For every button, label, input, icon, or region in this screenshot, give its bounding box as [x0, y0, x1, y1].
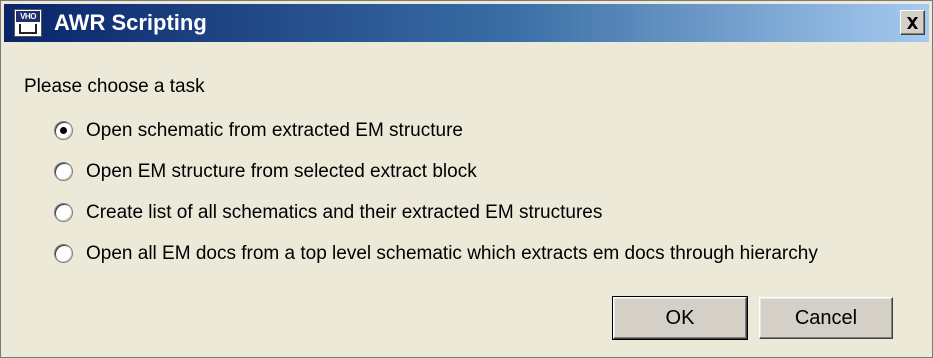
task-option-label: Create list of all schematics and their …	[86, 201, 603, 223]
task-prompt: Please choose a task	[24, 76, 205, 97]
task-option-label: Open EM structure from selected extract …	[86, 160, 477, 182]
task-options: Open schematic from extracted EM structu…	[54, 110, 818, 274]
radio-button-selected[interactable]	[54, 121, 73, 140]
radio-button[interactable]	[54, 162, 73, 181]
close-button[interactable]	[900, 10, 925, 35]
task-option-label: Open all EM docs from a top level schema…	[86, 242, 818, 264]
dialog-window: VHO AWR Scripting Please choose a task O…	[0, 0, 933, 358]
app-icon[interactable]: VHO	[14, 9, 42, 37]
task-option-create-list[interactable]: Create list of all schematics and their …	[54, 192, 818, 233]
radio-button[interactable]	[54, 203, 73, 222]
app-icon-graphic	[19, 24, 37, 34]
close-icon	[907, 16, 918, 29]
dialog-content: Please choose a task Open schematic from…	[4, 42, 929, 354]
task-option-label: Open schematic from extracted EM structu…	[86, 119, 463, 141]
task-option-open-all-em-docs[interactable]: Open all EM docs from a top level schema…	[54, 233, 818, 274]
app-icon-text: VHO	[16, 11, 40, 22]
title-bar[interactable]: VHO AWR Scripting	[4, 4, 929, 42]
ok-button[interactable]: OK	[612, 296, 748, 340]
task-option-open-em-structure[interactable]: Open EM structure from selected extract …	[54, 151, 818, 192]
window-title: AWR Scripting	[54, 10, 207, 35]
cancel-button[interactable]: Cancel	[759, 297, 893, 339]
task-option-open-schematic[interactable]: Open schematic from extracted EM structu…	[54, 110, 818, 151]
radio-button[interactable]	[54, 244, 73, 263]
